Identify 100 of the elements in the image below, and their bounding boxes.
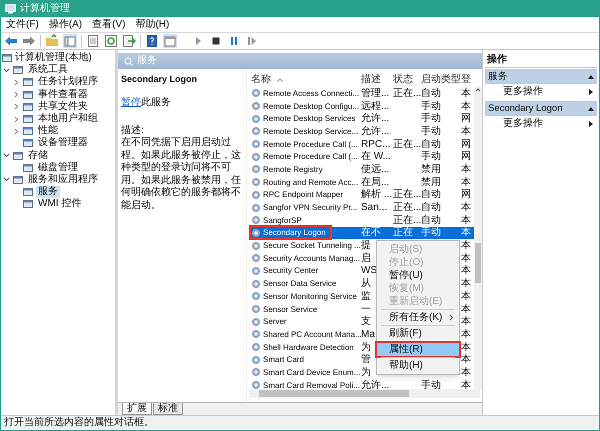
tab[interactable]: 扩展 (122, 403, 152, 415)
forward-arrow-icon[interactable] (22, 34, 36, 48)
horizontal-scrollbar[interactable] (249, 389, 480, 398)
table-cell: 本 (461, 354, 471, 366)
table-cell: Sensor Service (263, 304, 318, 315)
window-icon (23, 199, 33, 210)
chevron-down-icon[interactable] (3, 176, 10, 184)
service-title: Secondary Logon (121, 73, 198, 85)
gear-icon (251, 126, 261, 136)
gear-icon (251, 164, 261, 174)
tree-item[interactable]: 事件查看器 (36, 88, 90, 101)
table-cell: 手动 (421, 227, 441, 238)
action-item[interactable]: 更多操作 (485, 116, 597, 132)
table-row[interactable]: Secondary Logon 在不 正在 手动 本 (251, 226, 474, 240)
column-header[interactable]: 登 (461, 74, 473, 86)
table-cell: WS (361, 265, 378, 276)
sort-caret-icon (277, 78, 283, 82)
tree-item[interactable]: 系统工具 (26, 64, 70, 76)
vertical-scrollbar[interactable] (474, 87, 482, 389)
menu-item[interactable]: 暂停(U) (377, 269, 459, 282)
tree-item[interactable]: 磁盘管理 (36, 162, 80, 174)
chevron-right-icon[interactable] (13, 103, 20, 110)
table-cell: Remote Procedure Call (... (263, 138, 358, 150)
gear-icon (251, 228, 261, 238)
window-title: 计算机管理 (20, 2, 70, 16)
table-cell: 本 (461, 176, 471, 188)
gear-icon (251, 190, 261, 200)
table-cell: 本 (461, 227, 471, 238)
table-cell: Remote Desktop Services (263, 113, 356, 124)
document-icon[interactable] (86, 34, 100, 48)
panel-icon[interactable] (163, 34, 177, 48)
gear-icon (251, 240, 261, 251)
action-item[interactable]: 更多操作 (485, 84, 597, 100)
help-icon[interactable] (145, 34, 159, 48)
chevron-right-icon[interactable] (13, 91, 20, 98)
table-cell: Smart Card Device Enum... (263, 366, 360, 378)
menu-item[interactable]: 操作(A) (48, 18, 82, 32)
menu-item[interactable]: 帮助(H) (135, 18, 170, 32)
tree-item[interactable]: WMI 控件 (36, 198, 84, 210)
back-arrow-icon[interactable] (4, 34, 18, 48)
scroll-thumb[interactable] (259, 390, 409, 397)
tree-item[interactable]: 服务和应用程序 (26, 174, 100, 186)
export-icon[interactable] (122, 34, 136, 48)
window-icon (23, 126, 33, 136)
chevron-down-icon[interactable] (3, 152, 10, 160)
computer-icon (5, 4, 16, 14)
column-header[interactable]: 名称 (251, 74, 361, 86)
scroll-thumb[interactable] (475, 243, 481, 283)
gear-icon (251, 291, 261, 302)
window-icon (2, 53, 12, 64)
tree-item[interactable]: 本地用户和组 (36, 113, 100, 126)
window-icon (13, 65, 23, 76)
gear-icon (251, 354, 261, 365)
menu-item[interactable]: 文件(F) (6, 18, 39, 32)
tree-item[interactable]: 共享文件夹 (36, 100, 90, 113)
folder-icon[interactable] (45, 34, 59, 48)
table-cell: 本 (461, 304, 471, 315)
column-header[interactable]: 描述 (361, 74, 393, 86)
menu-item[interactable]: 刷新(F) (377, 327, 459, 340)
chevron-right-icon[interactable] (13, 116, 20, 123)
action-group-header[interactable]: Secondary Logon (485, 101, 597, 116)
tree-item[interactable]: 存储 (26, 150, 50, 162)
tree-item[interactable]: 服务 (36, 186, 60, 198)
pause-link[interactable]: 暂停 (121, 97, 141, 108)
gear-icon (251, 253, 261, 264)
tree-item[interactable]: 性能 (36, 125, 60, 138)
table-cell: 正在 (393, 227, 413, 238)
tree-item[interactable]: 任务计划程序 (36, 76, 100, 88)
table-cell: 禁用 (421, 164, 441, 175)
menu-item[interactable]: 所有任务(K) (377, 311, 459, 324)
table-cell: Routing and Remote Acc... (263, 176, 358, 188)
table-cell: 本 (461, 316, 471, 328)
table-cell: 为 (361, 366, 371, 378)
table-cell: 允许... (361, 126, 390, 137)
table-cell: 本 (461, 366, 471, 378)
action-group-header[interactable]: 服务 (485, 69, 597, 84)
table-cell: 正在... (393, 88, 422, 99)
column-header[interactable]: 启动类型 (421, 74, 461, 86)
chevron-right-icon[interactable] (13, 128, 20, 135)
table-cell: Remote Registry (263, 164, 323, 175)
scroll-up-icon[interactable] (475, 87, 481, 93)
menu-item[interactable]: 查看(V) (92, 18, 126, 32)
tab[interactable]: 标准 (153, 403, 183, 415)
chevron-down-icon[interactable] (3, 66, 10, 74)
tree-item[interactable]: 设备管理器 (36, 137, 90, 150)
table-cell: 自动 (421, 189, 441, 200)
table-cell: Sensor Data Service (263, 278, 336, 290)
menu-item[interactable]: 属性(R) (377, 343, 459, 356)
refresh-icon[interactable] (104, 34, 118, 48)
menu-item[interactable]: 帮助(H) (377, 359, 459, 372)
table-cell: 本 (461, 290, 471, 302)
window-icon (23, 162, 33, 173)
column-header[interactable]: 状态 (393, 74, 421, 86)
panel-icon[interactable] (63, 34, 77, 48)
chevron-right-icon[interactable] (13, 78, 20, 86)
caret-right-icon (589, 89, 593, 95)
tree-item[interactable]: 计算机管理(本地) (15, 52, 92, 64)
actions-title: 操作 (485, 53, 597, 68)
table-cell: 本 (461, 380, 471, 391)
table-cell: Shell Hardware Detection (263, 342, 354, 353)
